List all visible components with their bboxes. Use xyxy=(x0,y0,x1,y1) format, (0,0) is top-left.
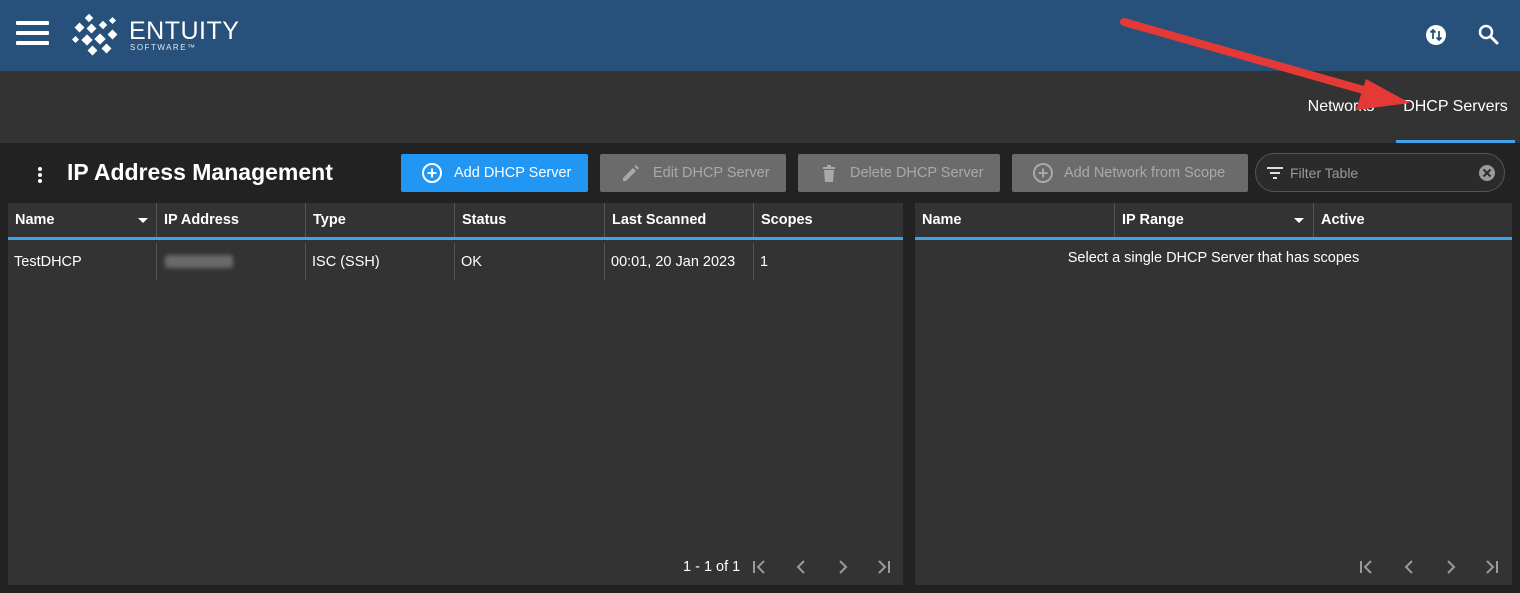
table-row[interactable]: TestDHCP ISC (SSH) OK 00:01, 20 Jan 2023… xyxy=(8,243,903,280)
add-circle-icon xyxy=(422,163,442,183)
search-icon[interactable] xyxy=(1476,22,1502,48)
delete-dhcp-server-label: Delete DHCP Server xyxy=(850,165,984,181)
entuity-logo: ENTUITY SOFTWARE™ xyxy=(72,14,242,58)
redacted-ip xyxy=(165,255,233,268)
next-page-icon[interactable] xyxy=(833,557,853,577)
pagination-range: 1 - 1 of 1 xyxy=(683,559,741,575)
column-header-active[interactable]: Active xyxy=(1313,203,1512,237)
add-circle-icon xyxy=(1033,163,1053,183)
previous-page-icon[interactable] xyxy=(1399,557,1419,577)
cell-ip-address xyxy=(156,243,305,280)
tab-dhcp-servers[interactable]: DHCP Servers xyxy=(1396,71,1515,143)
tab-networks[interactable]: Networks xyxy=(1296,71,1386,143)
cell-name: TestDHCP xyxy=(14,254,82,270)
page-title: IP Address Management xyxy=(67,159,333,185)
column-header-name[interactable]: Name xyxy=(8,203,156,237)
empty-state-message: Select a single DHCP Server that has sco… xyxy=(1067,250,1360,266)
filter-table-field[interactable] xyxy=(1255,153,1505,192)
edit-dhcp-server-button[interactable]: Edit DHCP Server xyxy=(600,154,786,192)
column-header-ip-address[interactable]: IP Address xyxy=(156,203,305,237)
sort-desc-icon[interactable] xyxy=(1294,218,1304,223)
add-network-from-scope-button[interactable]: Add Network from Scope xyxy=(1012,154,1248,192)
sync-icon[interactable] xyxy=(1423,22,1449,48)
app-header: ENTUITY SOFTWARE™ xyxy=(0,0,1520,71)
menu-icon[interactable] xyxy=(16,21,49,45)
logo-mark-icon xyxy=(72,14,118,56)
column-header-scopes[interactable]: Scopes xyxy=(753,203,903,237)
tab-bar: Networks DHCP Servers xyxy=(0,71,1520,143)
next-page-icon[interactable] xyxy=(1441,557,1461,577)
clear-icon[interactable] xyxy=(1477,163,1497,183)
column-header-type[interactable]: Type xyxy=(305,203,454,237)
column-header-name[interactable]: Name xyxy=(915,203,1114,237)
pencil-icon xyxy=(623,165,639,181)
toolbar: IP Address Management Add DHCP Server Ed… xyxy=(0,143,1520,203)
cell-last-scanned: 00:01, 20 Jan 2023 xyxy=(604,243,753,280)
delete-dhcp-server-button[interactable]: Delete DHCP Server xyxy=(798,154,1000,192)
add-dhcp-server-button[interactable]: Add DHCP Server xyxy=(401,154,588,192)
first-page-icon[interactable] xyxy=(749,557,769,577)
filter-input[interactable] xyxy=(1290,163,1470,183)
add-dhcp-server-label: Add DHCP Server xyxy=(454,165,572,181)
column-header-last-scanned[interactable]: Last Scanned xyxy=(604,203,753,237)
add-network-from-scope-label: Add Network from Scope xyxy=(1064,165,1226,181)
previous-page-icon[interactable] xyxy=(791,557,811,577)
cell-type: ISC (SSH) xyxy=(305,243,454,280)
column-header-status[interactable]: Status xyxy=(454,203,604,237)
more-options-icon[interactable] xyxy=(33,165,47,185)
column-header-ip-range[interactable]: IP Range xyxy=(1114,203,1313,237)
last-page-icon[interactable] xyxy=(874,557,894,577)
first-page-icon[interactable] xyxy=(1356,557,1376,577)
trash-icon xyxy=(823,165,835,182)
table-header: Name IP Range Active xyxy=(915,203,1512,240)
table-header: Name IP Address Type Status Last Scanned… xyxy=(8,203,903,240)
edit-dhcp-server-label: Edit DHCP Server xyxy=(653,165,770,181)
dhcp-servers-table: Name IP Address Type Status Last Scanned… xyxy=(8,203,903,585)
cell-status: OK xyxy=(454,243,604,280)
scopes-table: Name IP Range Active Select a single DHC… xyxy=(915,203,1512,585)
cell-scopes: 1 xyxy=(753,243,903,280)
last-page-icon[interactable] xyxy=(1482,557,1502,577)
filter-icon xyxy=(1267,167,1283,179)
sort-desc-icon[interactable] xyxy=(138,218,148,223)
brand-name: ENTUITY xyxy=(129,17,240,45)
brand-subtitle: SOFTWARE™ xyxy=(130,43,197,52)
